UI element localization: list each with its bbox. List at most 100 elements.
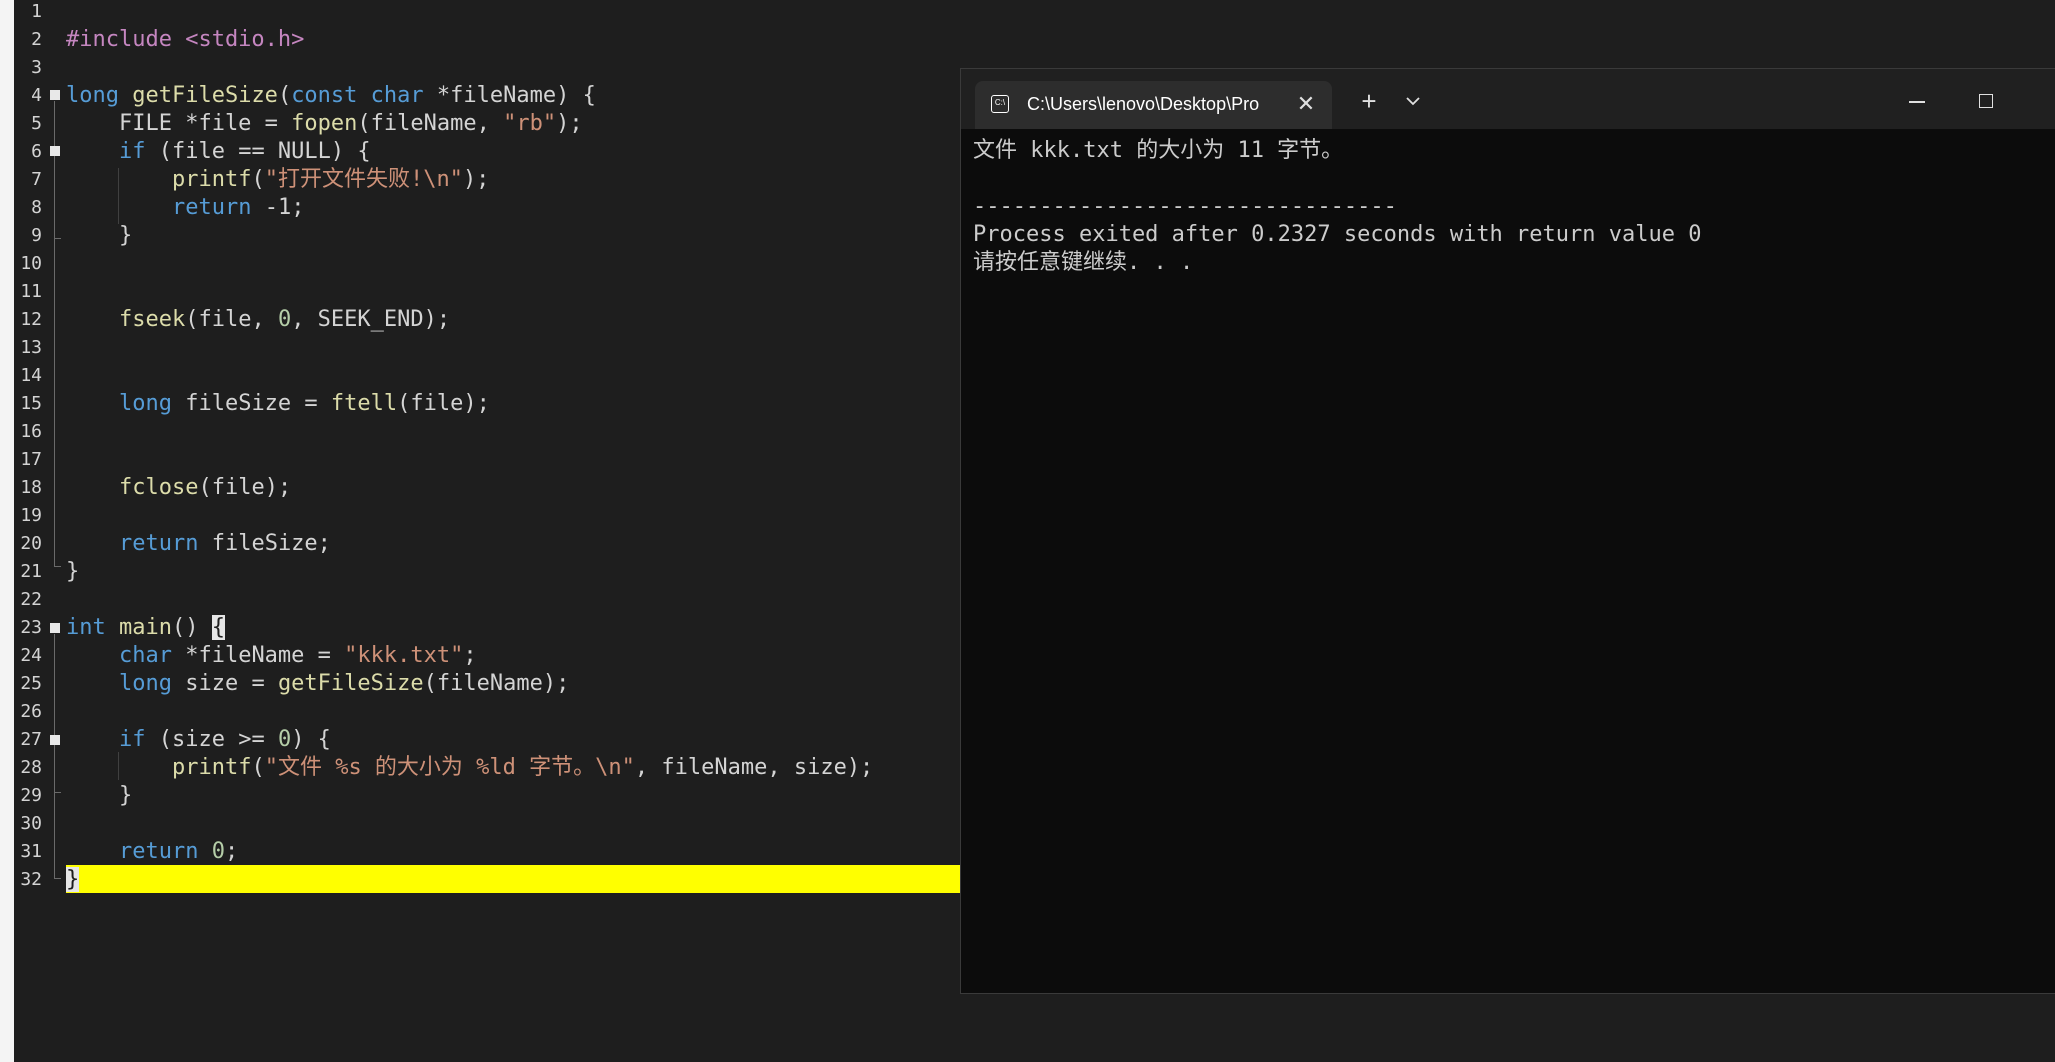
line-number: 23 xyxy=(20,617,42,638)
code-text: , fileName, size); xyxy=(634,755,874,780)
console-titlebar[interactable]: C:\ C:\Users\lenovo\Desktop\Pro ✕ + xyxy=(961,69,2055,129)
line-number: 31 xyxy=(20,841,42,862)
code-text: (size >= xyxy=(145,727,278,752)
code-line-32[interactable]: } xyxy=(66,866,80,894)
code-line-15[interactable]: long fileSize = ftell(file); xyxy=(66,390,490,418)
keyword: int xyxy=(66,615,106,640)
line-number: 15 xyxy=(20,393,42,414)
code-line-12[interactable]: fseek(file, 0, SEEK_END); xyxy=(66,306,450,334)
keyword: long xyxy=(118,671,172,696)
code-text: ( xyxy=(277,83,292,108)
minimize-button[interactable] xyxy=(1897,87,1937,117)
string-literal: "rb" xyxy=(503,111,557,136)
line-number: 17 xyxy=(20,449,42,470)
code-line-18[interactable]: fclose(file); xyxy=(66,474,291,502)
line-number: 29 xyxy=(20,785,42,806)
code-text: -1; xyxy=(251,195,305,220)
code-line-29[interactable]: } xyxy=(66,782,132,810)
console-line: -------------------------------- xyxy=(973,194,1397,219)
console-output[interactable]: 文件 kkk.txt 的大小为 11 字节。 -----------------… xyxy=(973,137,2055,277)
line-number: 14 xyxy=(20,365,42,386)
code-line-9[interactable]: } xyxy=(66,222,132,250)
line-number: 25 xyxy=(20,673,42,694)
terminal-icon: C:\ xyxy=(991,95,1009,113)
fold-line-end xyxy=(54,878,61,879)
console-line: 请按任意键继续. . . xyxy=(973,250,1194,275)
fold-toggle-icon[interactable] xyxy=(50,735,60,745)
maximize-button[interactable] xyxy=(1965,87,2005,117)
keyword: long xyxy=(66,83,119,108)
function-name: fopen xyxy=(291,111,358,136)
code-line-5[interactable]: FILE *file = fopen(fileName, "rb"); xyxy=(66,110,583,138)
line-number: 9 xyxy=(31,225,42,246)
code-text: ); xyxy=(556,111,583,136)
line-number: 16 xyxy=(20,421,42,442)
console-window[interactable]: C:\ C:\Users\lenovo\Desktop\Pro ✕ + 文件 k… xyxy=(960,68,2055,994)
matched-brace: { xyxy=(211,615,225,640)
code-line-25[interactable]: long size = getFileSize(fileName); xyxy=(66,670,569,698)
new-tab-button[interactable]: + xyxy=(1353,85,1385,117)
fold-toggle-icon[interactable] xyxy=(50,90,60,100)
line-number: 24 xyxy=(20,645,42,666)
code-text: ); xyxy=(462,167,490,192)
fold-line xyxy=(54,238,55,566)
fold-toggle-icon[interactable] xyxy=(50,623,60,633)
function-name: getFileSize xyxy=(277,671,424,696)
number-literal: 0 xyxy=(277,727,292,752)
code-line-4[interactable]: long getFileSize(const char *fileName) { xyxy=(66,82,596,110)
code-text: (file); xyxy=(198,475,292,500)
keyword: if xyxy=(118,139,146,164)
code-line-31[interactable]: return 0; xyxy=(66,838,238,866)
fold-line xyxy=(54,157,55,238)
console-tab[interactable]: C:\ C:\Users\lenovo\Desktop\Pro ✕ xyxy=(975,81,1332,129)
code-line-7[interactable]: printf("打开文件失败!\n"); xyxy=(66,166,489,194)
code-line-6[interactable]: if (file == NULL) { xyxy=(66,138,371,166)
code-line-20[interactable]: return fileSize; xyxy=(66,530,331,558)
code-text: *fileName = xyxy=(171,643,345,668)
chevron-down-icon[interactable] xyxy=(1397,85,1429,117)
fold-toggle-icon[interactable] xyxy=(50,146,60,156)
fold-line-end xyxy=(54,566,61,567)
code-line-23[interactable]: int main() { xyxy=(66,614,225,642)
line-number: 20 xyxy=(20,533,42,554)
line-number: 6 xyxy=(31,141,42,162)
code-text: (file == NULL) { xyxy=(145,139,371,164)
code-line-27[interactable]: if (size >= 0) { xyxy=(66,726,331,754)
code-line-28[interactable]: printf("文件 %s 的大小为 %ld 字节。\n", fileName,… xyxy=(66,754,873,782)
function-name: getFileSize xyxy=(132,83,278,108)
line-number: 26 xyxy=(20,701,42,722)
code-text: (file, xyxy=(185,307,278,332)
code-line-2[interactable]: #include <stdio.h> xyxy=(66,26,304,54)
line-number: 8 xyxy=(31,197,42,218)
line-number: 1 xyxy=(31,1,42,22)
line-number: 21 xyxy=(20,561,42,582)
function-name: ftell xyxy=(330,391,398,416)
code-line-21[interactable]: } xyxy=(66,558,79,586)
line-number: 5 xyxy=(31,113,42,134)
line-number: 19 xyxy=(20,505,42,526)
tab-title: C:\Users\lenovo\Desktop\Pro xyxy=(1027,94,1260,114)
close-icon[interactable]: ✕ xyxy=(1293,89,1319,119)
line-number: 11 xyxy=(20,281,42,302)
number-literal: 0 xyxy=(277,307,292,332)
code-line-8[interactable]: return -1; xyxy=(66,194,304,222)
code-line-24[interactable]: char *fileName = "kkk.txt"; xyxy=(66,642,477,670)
fold-line-end xyxy=(54,792,61,793)
function-name: fclose xyxy=(118,475,199,500)
string-literal: "kkk.txt" xyxy=(344,643,464,668)
function-name: main xyxy=(119,615,172,640)
console-line: Process exited after 0.2327 seconds with… xyxy=(973,222,1702,247)
line-number: 12 xyxy=(20,309,42,330)
code-text: ( xyxy=(251,755,265,780)
window-left-border xyxy=(0,0,14,1062)
line-number: 3 xyxy=(31,57,42,78)
